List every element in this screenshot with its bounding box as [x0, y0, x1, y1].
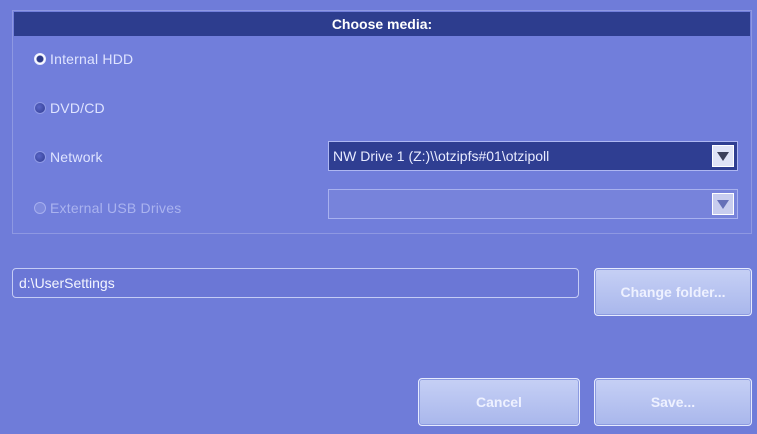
network-drive-dropdown[interactable]: NW Drive 1 (Z:)\\otzipfs#01\otzipoll [328, 141, 738, 171]
radio-selected-icon [34, 53, 46, 65]
usb-drive-dropdown [328, 189, 738, 219]
network-drive-value: NW Drive 1 (Z:)\\otzipfs#01\otzipoll [333, 148, 550, 164]
choose-media-dialog: Choose media: Internal HDD DVD/CD Networ… [0, 0, 757, 434]
radio-external-usb-label: External USB Drives [50, 200, 182, 216]
change-folder-button[interactable]: Change folder... [594, 268, 752, 316]
chevron-down-icon [717, 199, 729, 209]
radio-internal-hdd-label: Internal HDD [50, 51, 134, 67]
folder-path-field[interactable]: d:\UserSettings [12, 268, 579, 298]
radio-unselected-icon [34, 102, 46, 114]
radio-disabled-icon [34, 202, 46, 214]
radio-network[interactable]: Network [34, 145, 103, 169]
chevron-down-icon [717, 151, 729, 161]
dropdown-arrow-button [712, 193, 734, 215]
radio-network-label: Network [50, 149, 103, 165]
dropdown-arrow-button[interactable] [712, 145, 734, 167]
radio-internal-hdd[interactable]: Internal HDD [34, 47, 133, 71]
save-button[interactable]: Save... [594, 378, 752, 426]
radio-unselected-icon [34, 151, 46, 163]
radio-dvd-cd[interactable]: DVD/CD [34, 96, 105, 120]
radio-external-usb: External USB Drives [34, 196, 181, 220]
dialog-title: Choose media: [14, 12, 750, 36]
radio-dvd-cd-label: DVD/CD [50, 100, 105, 116]
cancel-button[interactable]: Cancel [418, 378, 580, 426]
